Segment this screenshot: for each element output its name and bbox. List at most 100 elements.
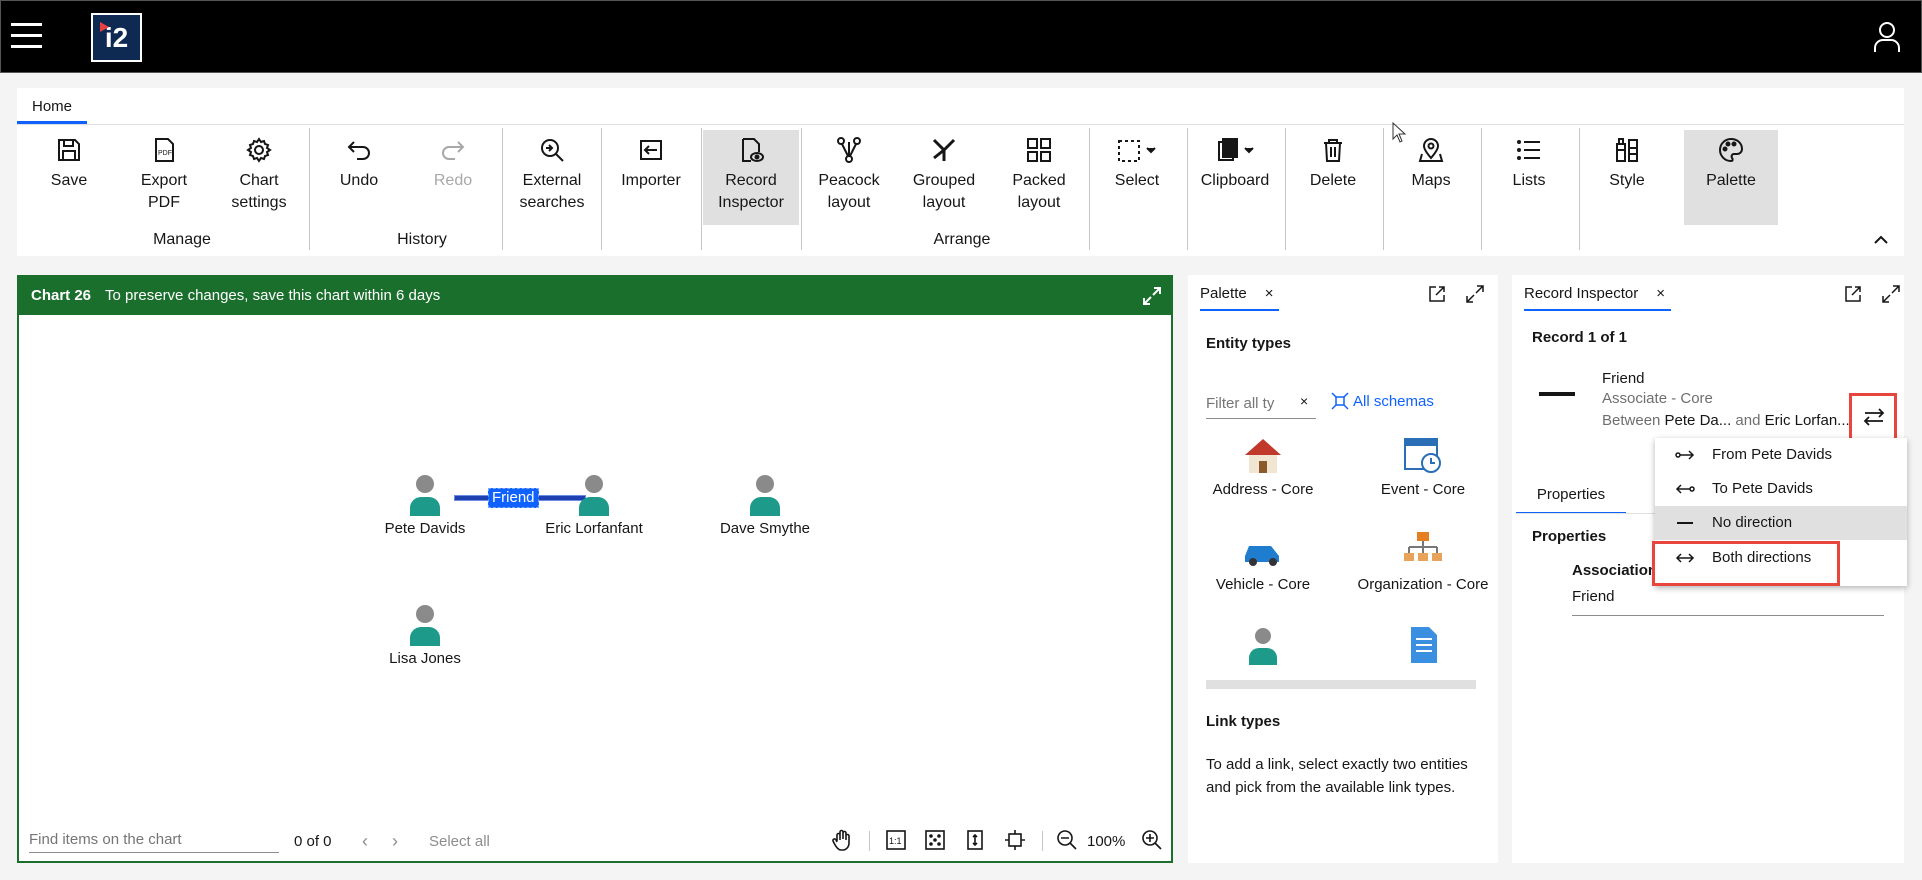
entity-event[interactable]: Event - Core [1348,435,1498,498]
fit-height-icon[interactable] [964,829,986,851]
menu-item-to-pete-davids[interactable]: To Pete Davids [1655,472,1907,506]
between-entity-1[interactable]: Pete Da... [1665,412,1732,429]
clipboard-button[interactable]: Clipboard [1190,130,1280,225]
pop-out-icon[interactable] [1844,285,1862,303]
find-items-input[interactable] [29,827,279,853]
node-dave-smythe[interactable]: Dave Smythe [695,472,835,537]
delete-button[interactable]: Delete [1288,130,1378,225]
node-pete-davids[interactable]: Pete Davids [355,472,495,537]
chart-footer: 0 of 0 ‹ › Select all 1:1 100% [19,823,1171,861]
export-pdf-label-1: Export [140,172,188,189]
record-inspector-label-1: Record [725,172,777,189]
collapse-ribbon-icon[interactable] [1874,234,1888,244]
peacock-layout-label-1: Peacock [818,172,880,189]
person-icon [410,605,440,646]
tab-record-inspector[interactable]: Record Inspector × [1524,281,1671,311]
pop-out-icon[interactable] [1428,285,1446,303]
entity-person[interactable] [1188,625,1338,671]
entity-organization[interactable]: Organization - Core [1348,530,1498,593]
chart-settings-button[interactable]: Chart settings [214,130,304,225]
pan-hand-icon[interactable] [831,829,853,851]
maximize-icon[interactable] [1466,285,1484,303]
redo-label: Redo [433,172,473,189]
export-pdf-button[interactable]: PDF Export PDF [119,130,209,225]
peacock-layout-button[interactable]: Peacock layout [804,130,894,225]
group-arrange-label: Arrange [933,231,991,248]
external-searches-button[interactable]: External searches [507,130,597,225]
importer-button[interactable]: Importer [606,130,696,225]
swap-arrows-icon [1863,408,1885,426]
tab-properties[interactable]: Properties [1516,480,1626,514]
packed-layout-button[interactable]: Packed layout [994,130,1084,225]
tab-home[interactable]: Home [17,94,87,124]
center-focus-icon[interactable] [1004,829,1026,851]
export-pdf-label-2: PDF [148,194,180,211]
entity-types-title: Entity types [1206,335,1292,352]
zoom-out-icon[interactable] [1056,829,1078,851]
ribbon-separator [601,128,602,250]
maximize-icon[interactable] [1882,285,1900,303]
palette-panel: Palette × Entity types × All schemas Addr… [1188,275,1498,863]
style-icon [1616,138,1638,162]
zoom-in-icon[interactable] [1141,829,1163,851]
redo-button[interactable]: Redo [408,130,498,225]
save-button[interactable]: Save [24,130,114,225]
between-entity-2[interactable]: Eric Lorfan... [1765,412,1850,429]
app-logo[interactable]: i2 [91,13,142,62]
record-inspector-icon [742,138,764,162]
actual-size-icon[interactable]: 1:1 [885,829,907,851]
close-icon[interactable]: × [1656,285,1665,302]
all-schemas-link[interactable]: All schemas [1353,393,1434,410]
entity-address[interactable]: Address - Core [1188,435,1338,498]
entity-vehicle[interactable]: Vehicle - Core [1188,530,1338,593]
document-icon [1411,627,1437,663]
tab-palette[interactable]: Palette × [1200,281,1280,311]
clear-filter-icon[interactable]: × [1300,393,1308,409]
chart-notice: To preserve changes, save this chart wit… [105,287,441,304]
node-eric-lorfanfant[interactable]: Eric Lorfanfant [524,472,664,537]
org-chart-icon [1404,532,1442,561]
menu-item-no-direction[interactable]: No direction [1655,506,1907,540]
menu-item-both-directions[interactable]: Both directions [1655,541,1907,575]
link-type-icon [1539,392,1575,396]
previous-result-icon[interactable]: ‹ [362,831,368,852]
entity-label: Vehicle - Core [1215,576,1311,593]
menu-item-from-pete-davids[interactable]: From Pete Davids [1655,438,1907,472]
grouped-layout-button[interactable]: Grouped layout [899,130,989,225]
entity-label: Organization - Core [1357,576,1489,593]
select-icon [1118,140,1156,162]
next-result-icon[interactable]: › [392,831,398,852]
close-icon[interactable]: × [1265,285,1274,302]
node-label: Dave Smythe [719,520,811,537]
palette-label: Palette [1706,172,1756,189]
menu-item-label: To Pete Davids [1712,480,1813,497]
hamburger-menu-icon[interactable] [11,23,42,49]
select-all-link[interactable]: Select all [429,833,490,850]
trash-icon [1324,139,1342,162]
association-field[interactable]: Friend [1572,588,1884,616]
chart-name: Chart 26 [31,287,92,304]
node-lisa-jones[interactable]: Lisa Jones [355,602,495,667]
select-button[interactable]: Select [1092,130,1182,225]
link-direction-button[interactable] [1849,393,1897,441]
packed-layout-label-2: layout [1017,194,1061,211]
palette-scrollbar[interactable] [1206,680,1476,689]
entity-document[interactable] [1348,625,1498,671]
external-searches-label-1: External [522,172,582,189]
save-icon [58,139,80,161]
undo-button[interactable]: Undo [314,130,404,225]
style-button[interactable]: Style [1582,130,1672,225]
maximize-icon[interactable] [1143,287,1161,305]
zoom-level: 100% [1087,833,1126,850]
record-inspector-button[interactable]: Record Inspector [703,130,799,225]
lists-button[interactable]: Lists [1484,130,1574,225]
menu-item-label: From Pete Davids [1712,446,1833,463]
entity-label: Event - Core [1380,481,1466,498]
palette-button[interactable]: Palette [1684,130,1778,225]
user-profile-icon[interactable] [1873,21,1901,53]
schema-icon[interactable] [1331,392,1349,410]
fit-chart-icon[interactable] [924,829,946,851]
maps-button[interactable]: Maps [1386,130,1476,225]
peacock-layout-icon [837,137,861,163]
clipboard-label: Clipboard [1200,172,1270,189]
